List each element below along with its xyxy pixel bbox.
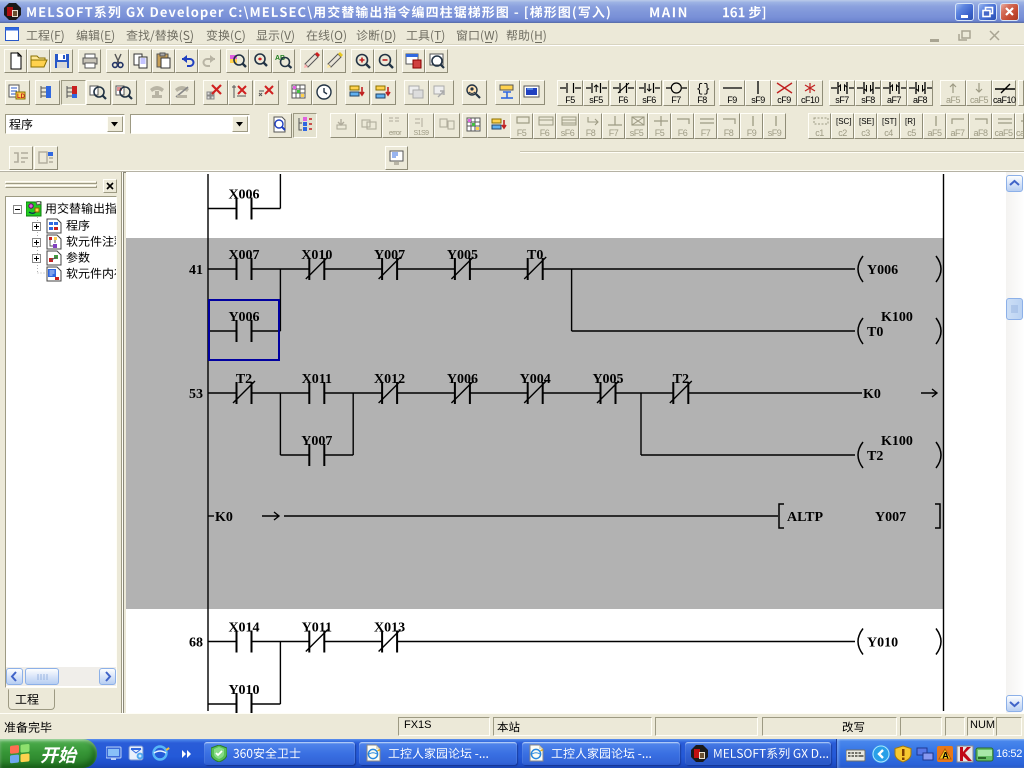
svg-text:Y010: Y010 — [867, 636, 898, 651]
svg-text:T0: T0 — [527, 248, 543, 263]
svg-text:K100: K100 — [881, 434, 913, 449]
svg-text:Y011: Y011 — [302, 621, 332, 636]
svg-text:Y010: Y010 — [228, 683, 259, 698]
svg-text:LD: LD — [17, 94, 26, 100]
svg-text:Y005: Y005 — [447, 248, 478, 263]
svg-text:T2: T2 — [673, 372, 689, 387]
svg-text:Y006: Y006 — [867, 263, 898, 278]
svg-text:X010: X010 — [301, 248, 332, 263]
svg-text:Y007: Y007 — [875, 510, 906, 525]
svg-text:41: 41 — [189, 263, 203, 278]
svg-text:53: 53 — [189, 387, 203, 402]
svg-text:[R]: [R] — [905, 117, 915, 126]
svg-text:X014: X014 — [228, 621, 259, 636]
svg-text:Y007: Y007 — [301, 434, 332, 449]
svg-text:[ST]: [ST] — [882, 117, 897, 126]
svg-text:X012: X012 — [374, 372, 405, 387]
svg-text:68: 68 — [189, 636, 203, 651]
svg-text:[SC]: [SC] — [836, 117, 852, 126]
svg-text:T0: T0 — [867, 325, 883, 340]
svg-text:Y006: Y006 — [228, 310, 259, 325]
svg-text:Y007: Y007 — [374, 248, 405, 263]
svg-text:ALTP: ALTP — [787, 510, 824, 525]
svg-text:T2: T2 — [867, 449, 883, 464]
svg-text:K100: K100 — [881, 310, 913, 325]
svg-text:X006: X006 — [228, 188, 259, 203]
svg-text:[SE]: [SE] — [859, 117, 874, 126]
svg-text:Y005: Y005 — [592, 372, 623, 387]
svg-text:{}: {} — [696, 82, 710, 95]
svg-text:K0: K0 — [215, 510, 233, 525]
svg-text:X011: X011 — [302, 372, 332, 387]
svg-text:X007: X007 — [228, 248, 259, 263]
svg-text:Y004: Y004 — [520, 372, 551, 387]
svg-text:A: A — [942, 751, 949, 761]
svg-text:T2: T2 — [236, 372, 252, 387]
svg-text:X013: X013 — [374, 621, 405, 636]
svg-text:Y006: Y006 — [447, 372, 478, 387]
svg-text:K0: K0 — [863, 387, 881, 402]
